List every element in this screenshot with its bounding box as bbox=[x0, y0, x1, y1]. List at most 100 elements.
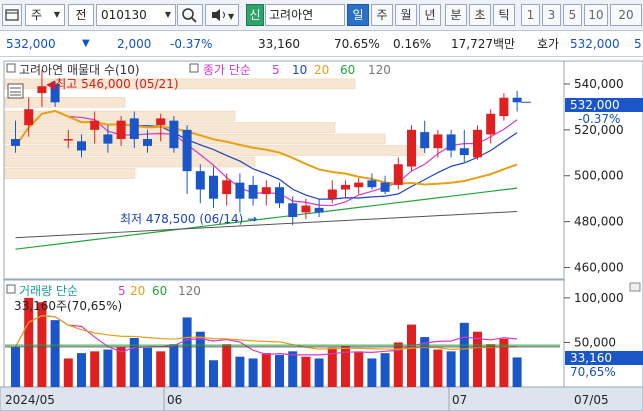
volume-bar bbox=[275, 354, 284, 387]
interval-label: 10 bbox=[588, 8, 604, 22]
candle-body bbox=[235, 182, 245, 199]
interval-20[interactable]: 20 bbox=[610, 4, 642, 26]
candle-body bbox=[499, 97, 509, 117]
candle-body bbox=[11, 139, 20, 146]
candle-body bbox=[77, 141, 86, 151]
price-tick-label: 540,000 bbox=[574, 77, 624, 91]
volume-bar bbox=[50, 320, 60, 387]
candle-body bbox=[261, 187, 271, 195]
candle-body bbox=[143, 139, 152, 146]
volume-bar bbox=[90, 351, 100, 387]
period-tab-day[interactable]: 일 bbox=[347, 4, 369, 26]
candle-body bbox=[24, 109, 34, 126]
volume-bar bbox=[446, 351, 456, 387]
scroll-up-icon[interactable] bbox=[629, 282, 641, 292]
volume-bar bbox=[235, 356, 245, 387]
volume-bar bbox=[248, 358, 258, 387]
vma120-legend: 120 bbox=[178, 284, 201, 298]
stock-chart-svg[interactable]: 고려아연 매물대 수(10) 종가 단순 5 10 20 60 120 ◀최고 … bbox=[0, 57, 643, 411]
volume-bar bbox=[420, 337, 430, 387]
query-label: 전 bbox=[75, 8, 87, 22]
price-tick-label: 500,000 bbox=[574, 169, 624, 183]
volume-bar bbox=[63, 358, 73, 387]
date-label-end: 07/05 bbox=[574, 393, 609, 407]
candle-body bbox=[63, 139, 73, 141]
chart-area[interactable]: 고려아연 매물대 수(10) 종가 단순 5 10 20 60 120 ◀최고 … bbox=[0, 57, 643, 411]
interval-10[interactable]: 10 bbox=[584, 4, 608, 26]
chevron-down-icon: ▼ bbox=[164, 10, 171, 19]
bid-label: 호가 bbox=[537, 37, 560, 51]
credit-label: 신 bbox=[249, 8, 261, 22]
period-tab-month[interactable]: 월 bbox=[395, 4, 417, 26]
period-tab-tick[interactable]: 틱 bbox=[493, 4, 515, 26]
volume-bar bbox=[354, 351, 364, 387]
volume-value: 33,160 bbox=[258, 37, 300, 51]
period-tab-minute[interactable]: 분 bbox=[445, 4, 467, 26]
stock-name-field[interactable]: 고려아연 bbox=[265, 4, 345, 26]
interval-3[interactable]: 3 bbox=[542, 4, 561, 26]
interval-1[interactable]: 1 bbox=[521, 4, 540, 26]
date-label-start: 2024/05 bbox=[5, 393, 55, 407]
volume-profile-bar bbox=[4, 168, 136, 179]
candle-body bbox=[327, 189, 337, 199]
candle-body bbox=[209, 175, 218, 199]
candle-body bbox=[301, 205, 311, 213]
candle-body bbox=[354, 182, 364, 188]
candle-body bbox=[275, 187, 284, 204]
turnover-rate: 0.16% bbox=[393, 37, 432, 51]
period-label: 초 bbox=[474, 8, 486, 22]
candle-body bbox=[90, 120, 100, 130]
svg-text:▼: ▼ bbox=[228, 12, 235, 21]
volume-tick-label: 50,000 bbox=[574, 335, 616, 349]
volume-bar bbox=[143, 347, 152, 387]
candle-body bbox=[182, 129, 192, 172]
volume-bar bbox=[459, 322, 469, 387]
ma5-legend: 5 bbox=[272, 63, 280, 77]
search-icon[interactable] bbox=[177, 4, 203, 26]
candle-body bbox=[314, 207, 324, 213]
speaker-icon[interactable]: ▼ bbox=[205, 4, 239, 26]
current-price: 532,000 bbox=[6, 37, 56, 51]
interval-label: 20 bbox=[618, 8, 634, 22]
stock-name-value: 고려아연 bbox=[269, 8, 314, 22]
interval-label: 1 bbox=[526, 8, 535, 22]
ma-legend-label: 종가 단순 bbox=[203, 63, 251, 77]
market-select[interactable]: 주 ▼ bbox=[25, 4, 65, 26]
chevron-down-icon: ▼ bbox=[53, 10, 60, 19]
volume-bar bbox=[301, 356, 311, 387]
candle-body bbox=[222, 180, 232, 195]
candle-body bbox=[486, 113, 496, 135]
period-tab-week[interactable]: 주 bbox=[371, 4, 393, 26]
stock-code-input[interactable]: 010130 ▼ bbox=[96, 4, 176, 26]
volume-bar bbox=[288, 351, 298, 387]
quote-tail: 5 bbox=[634, 37, 642, 51]
vma60-legend: 60 bbox=[152, 284, 167, 298]
volume-bar bbox=[195, 331, 205, 387]
date-label-jul: 07 bbox=[452, 393, 467, 407]
stock-code-value: 010130 bbox=[101, 8, 147, 22]
price-change: 2,000 bbox=[117, 37, 152, 51]
period-tab-second[interactable]: 초 bbox=[469, 4, 491, 26]
price-tick-label: 460,000 bbox=[574, 261, 624, 275]
volume-bar bbox=[156, 351, 166, 387]
volume-bar bbox=[407, 324, 416, 387]
calculator-icon[interactable] bbox=[7, 83, 24, 99]
volume-bar bbox=[11, 346, 20, 387]
current-volpct-tag: 70,65% bbox=[570, 365, 616, 379]
query-type-select[interactable]: 전 bbox=[68, 4, 94, 26]
interval-5[interactable]: 5 bbox=[563, 4, 582, 26]
window-icon[interactable] bbox=[2, 4, 22, 26]
vma5-legend: 5 bbox=[118, 284, 126, 298]
volume-legend-title: 거래량 단순 bbox=[19, 284, 78, 298]
price-tick-label: 480,000 bbox=[574, 215, 624, 229]
interval-label: 3 bbox=[547, 8, 556, 22]
current-volume-tag: 33,160 bbox=[570, 351, 612, 365]
date-axis-panel bbox=[0, 386, 643, 411]
period-tab-year[interactable]: 년 bbox=[419, 4, 441, 26]
candle-body bbox=[103, 134, 113, 144]
candle-body bbox=[169, 120, 179, 149]
high-note: ◀최고 546,000 (05/21) bbox=[46, 77, 179, 91]
volume-bar bbox=[169, 344, 179, 387]
volume-profile-bar bbox=[4, 97, 126, 108]
candle-body bbox=[473, 129, 482, 158]
